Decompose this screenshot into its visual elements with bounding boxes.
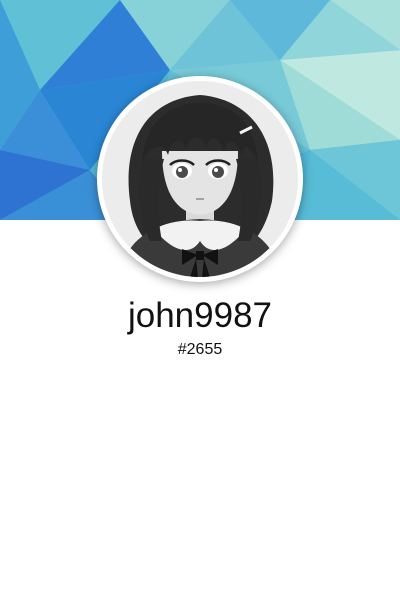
anime-girl-avatar-icon <box>102 81 298 277</box>
profile-page: john9987 #2655 <box>0 0 400 600</box>
user-tag: #2655 <box>177 341 223 358</box>
username: john9987 <box>127 296 273 335</box>
avatar-frame[interactable] <box>97 76 303 282</box>
avatar[interactable] <box>102 81 298 277</box>
